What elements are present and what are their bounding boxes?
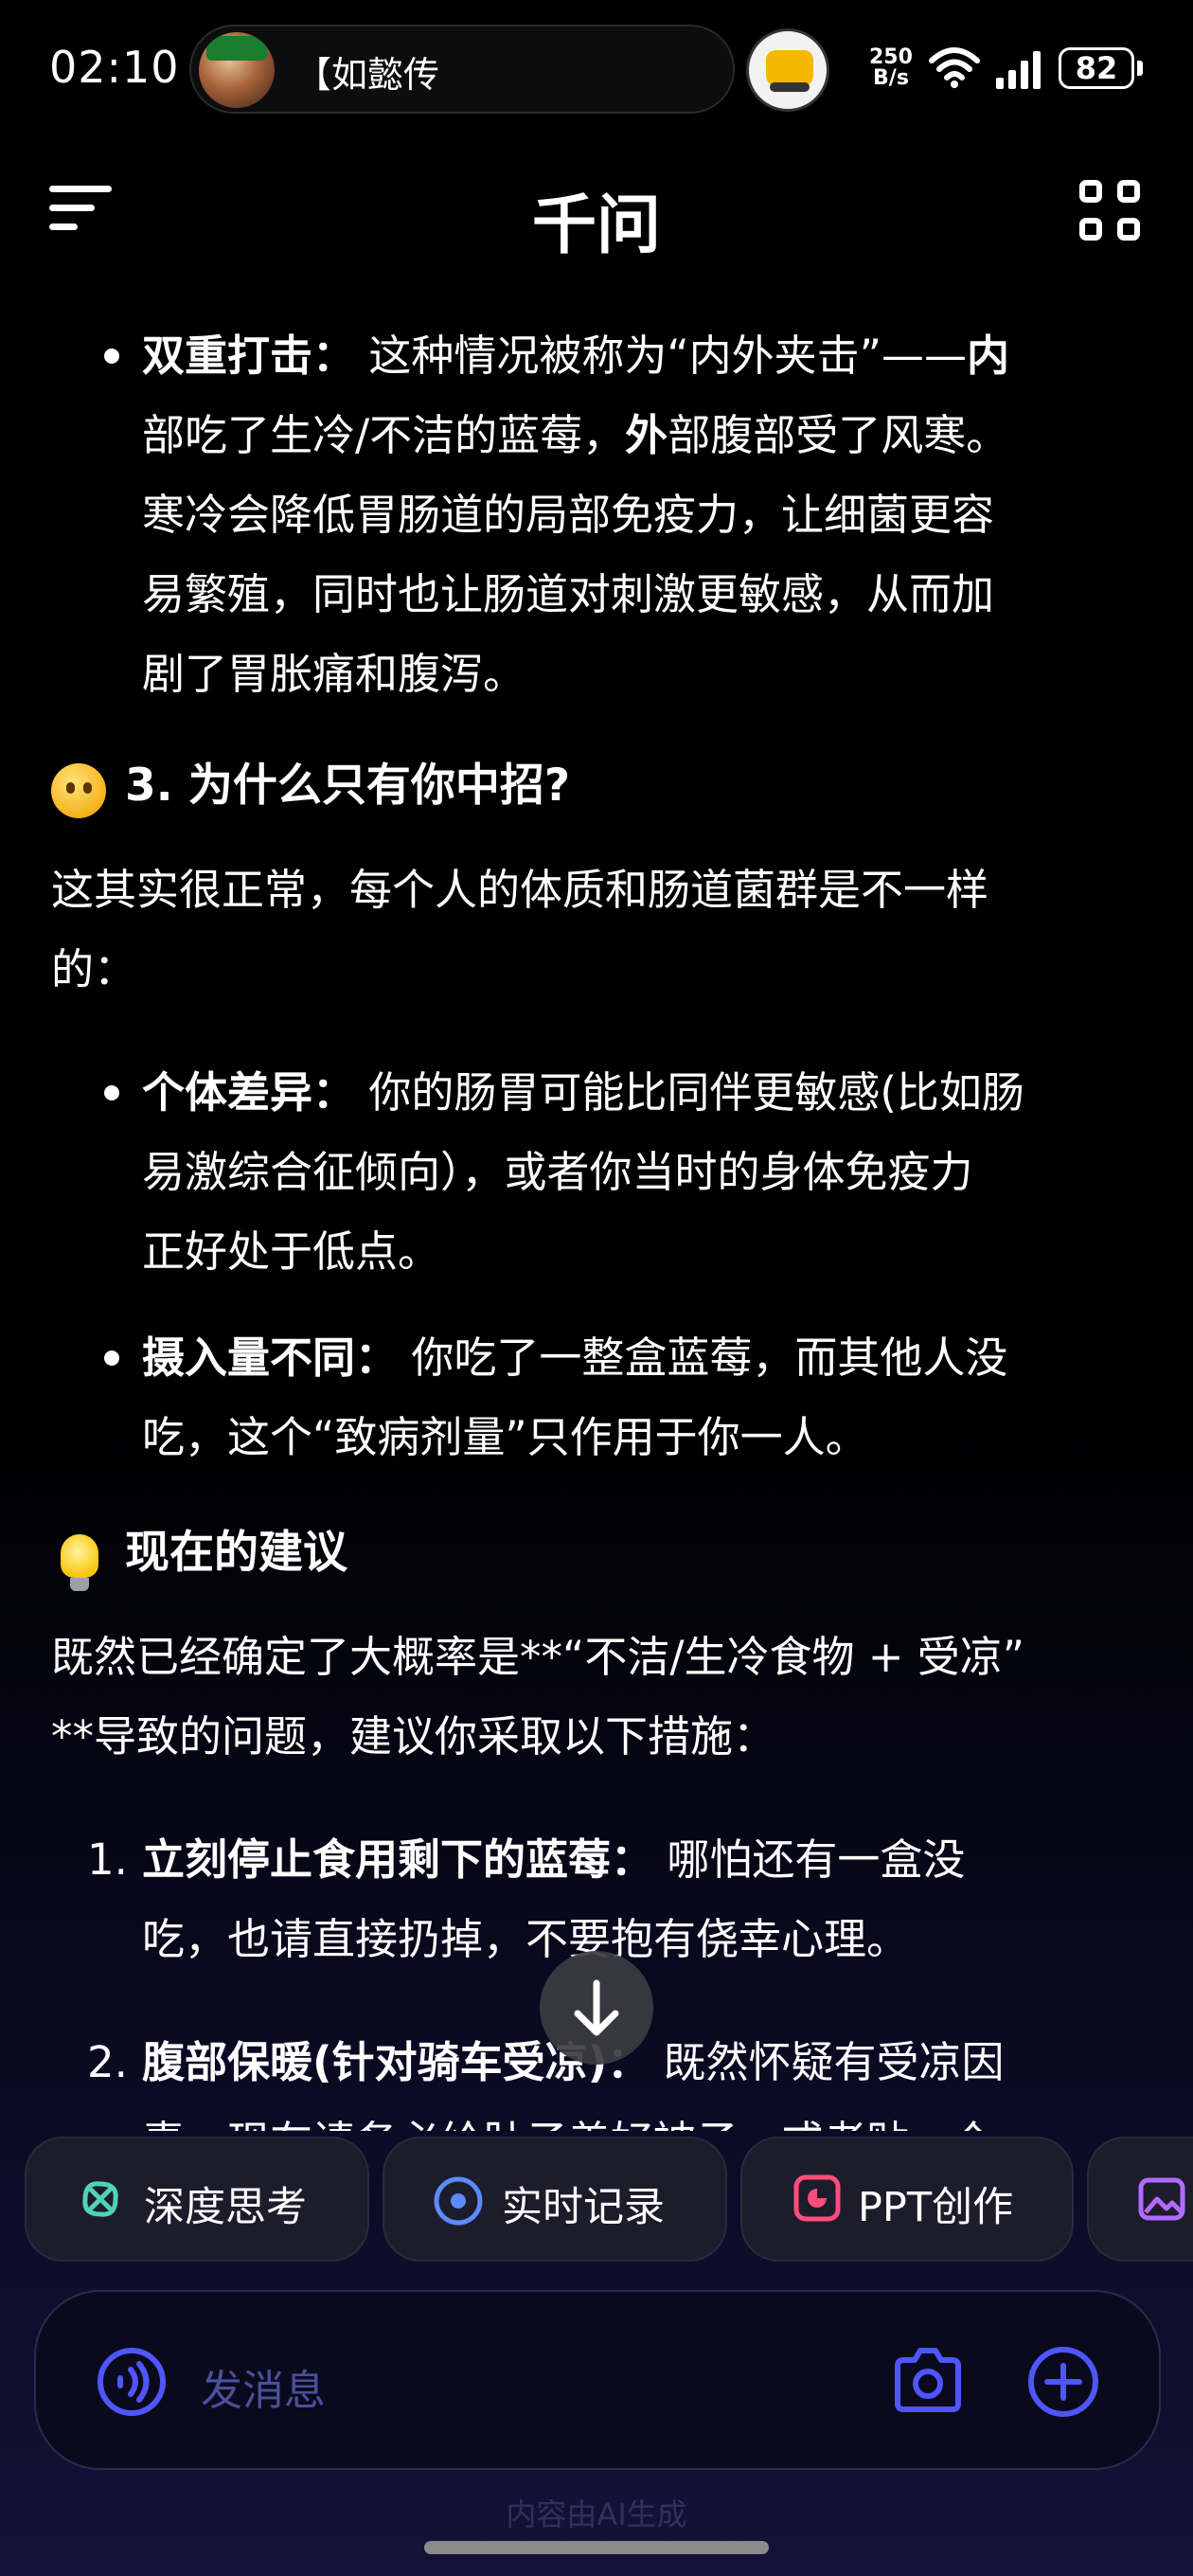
ppt-icon — [793, 2174, 841, 2222]
bullet1-line2-b: 部腹部受了风寒。 — [668, 410, 1009, 460]
chip-deep-think[interactable]: 深度思考 — [25, 2137, 369, 2262]
arrow-down-icon — [574, 1979, 619, 2036]
battery-icon: 82 — [1059, 47, 1143, 89]
bullet3-line2: 吃，这个“致病剂量”只作用于你一人。 — [142, 1412, 868, 1462]
ordered2-line2: 素，现在请务必给肚子盖好被子，或者贴一个 — [142, 2102, 994, 2131]
section3-title: 3. 为什么只有你中招? — [125, 760, 571, 812]
chip-ppt-create[interactable]: PPT创作 — [740, 2137, 1074, 2262]
bullet1-line5: 剧了胃胀痛和腹泻。 — [142, 649, 526, 699]
network-speed-unit: B/s — [873, 66, 909, 90]
signal-icon — [996, 51, 1041, 89]
bullet1-line4: 易繁殖，同时也让肠道对刺激更敏感，从而加 — [142, 569, 995, 619]
thinking-face-icon — [51, 763, 106, 818]
bullet3-line1-text: 你吃了一整盒蓝莓，而其他人没 — [398, 1333, 1008, 1383]
app-header: 千问 — [0, 152, 1193, 265]
record-icon — [434, 2176, 483, 2226]
bullet2-lead: 个体差异： — [142, 1067, 356, 1118]
bullet1-lead: 双重打击： — [142, 331, 356, 381]
para2-line1: 既然已经确定了大概率是**“不洁/生冷食物 + 受凉” — [51, 1632, 1025, 1682]
bullet-dot — [104, 1085, 119, 1100]
deep-think-icon — [82, 2181, 118, 2217]
chip-image-create[interactable] — [1087, 2137, 1193, 2262]
live-avatar-icon — [199, 32, 275, 108]
ordered-number: 1. — [87, 1834, 128, 1885]
ai-disclaimer: 内容由AI生成 — [506, 2496, 687, 2532]
scroll-to-bottom-button[interactable] — [540, 1951, 653, 2065]
advice-title: 现在的建议 — [125, 1527, 347, 1579]
chip-realtime-record[interactable]: 实时记录 — [383, 2137, 727, 2262]
chip-label: 深度思考 — [144, 2184, 307, 2231]
message-input[interactable]: 发消息 — [201, 2356, 326, 2417]
bullet1-line2-a: 部吃了生冷/不洁的蓝莓， — [142, 410, 626, 460]
bullet2-line3: 正好处于低点。 — [142, 1226, 441, 1277]
live-activity-pill[interactable]: 【如懿传 — [189, 25, 735, 114]
chip-label: 实时记录 — [502, 2184, 665, 2231]
bullet1-line2-bold: 外 — [625, 410, 668, 460]
bullet3-line1: 摄入量不同： 你吃了一整盒蓝莓，而其他人没 — [142, 1318, 1007, 1398]
image-icon — [1138, 2177, 1185, 2221]
live-activity-text: 【如懿传 — [295, 54, 440, 96]
light-bulb-icon — [61, 1534, 98, 1591]
para1-line2: 的： — [51, 944, 137, 994]
network-speed-value: 250 — [869, 45, 913, 69]
voice-icon[interactable] — [97, 2347, 167, 2417]
chip-label: PPT创作 — [858, 2184, 1014, 2231]
ordered1-lead: 立刻停止食用剩下的蓝莓： — [142, 1834, 654, 1885]
ordered1-line2: 吃，也请直接扔掉，不要抱有侥幸心理。 — [142, 1914, 910, 1964]
para2-line2: **导致的问题，建议你采取以下措施： — [51, 1711, 776, 1762]
message-composer: 发消息 — [34, 2290, 1161, 2470]
para1-line1: 这其实很正常，每个人的体质和肠道菌群是不一样 — [51, 865, 989, 915]
grid-apps-icon[interactable] — [1079, 180, 1142, 242]
add-icon[interactable] — [1026, 2345, 1100, 2419]
wifi-icon — [929, 47, 980, 88]
status-bar: 02:10 【如懿传 250 B/s 82 — [0, 0, 1193, 142]
bullet-dot — [104, 349, 119, 364]
bullet3-lead: 摄入量不同： — [142, 1333, 399, 1383]
bullet1-line3: 寒冷会降低胃肠道的局部免疫力，让细菌更容 — [142, 490, 995, 540]
ordered1-line1: 立刻停止食用剩下的蓝莓： 哪怕还有一盒没 — [142, 1820, 965, 1900]
bullet1-line1-text: 这种情况被称为“内外夹击”—— — [355, 331, 967, 381]
ordered2-line1-text: 既然怀疑有受凉因 — [650, 2037, 1005, 2087]
bullet-dot — [104, 1351, 119, 1366]
bullet1-line1: 双重打击： 这种情况被称为“内外夹击”——内 — [142, 316, 1009, 396]
bullet2-line1-text: 你的肠胃可能比同伴更敏感(比如肠 — [355, 1067, 1024, 1118]
bullet1-line2: 部吃了生冷/不洁的蓝莓，外部腹部受了风寒。 — [142, 396, 1008, 475]
chat-response: 双重打击： 这种情况被称为“内外夹击”——内 部吃了生冷/不洁的蓝莓，外部腹部受… — [0, 275, 1193, 2131]
ordered1-line1-text: 哪怕还有一盒没 — [653, 1834, 966, 1885]
bullet2-line2: 易激综合征倾向），或者你当时的身体免疫力 — [142, 1147, 973, 1197]
ordered-number: 2. — [87, 2037, 128, 2087]
home-indicator[interactable] — [424, 2541, 769, 2554]
bullet2-line1: 个体差异： 你的肠胃可能比同伴更敏感(比如肠 — [142, 1053, 1024, 1133]
quick-actions-bar: 深度思考 实时记录 PPT创作 — [0, 2137, 1193, 2265]
delivery-scooter-icon[interactable] — [746, 28, 829, 112]
app-title: 千问 — [531, 188, 661, 263]
camera-icon[interactable] — [892, 2347, 964, 2413]
status-time: 02:10 — [49, 42, 180, 93]
bullet1-line1-bold: 内 — [966, 331, 1009, 381]
network-speed: 250 B/s — [869, 47, 913, 89]
